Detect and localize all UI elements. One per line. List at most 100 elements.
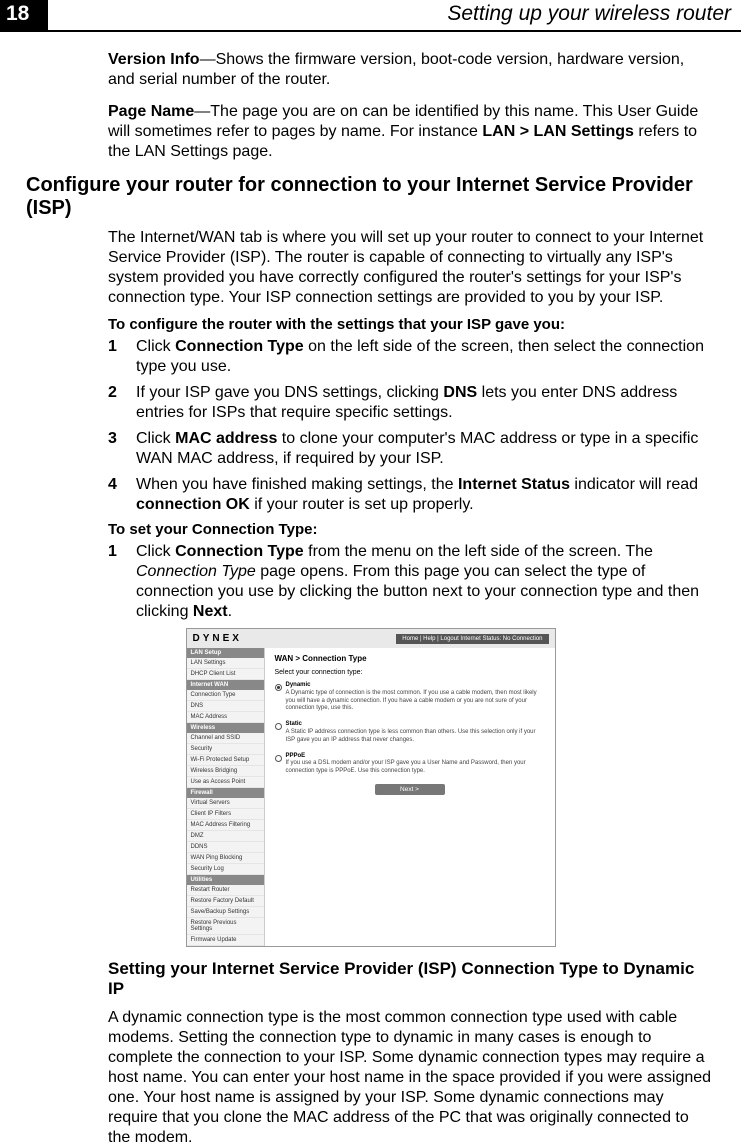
brand-logo: DYNEX [193, 633, 242, 644]
ui-header: DYNEX Home | Help | Logout Internet Stat… [187, 629, 555, 648]
text: . [228, 603, 232, 620]
page-name-label: Page Name [108, 103, 194, 120]
ui-main: WAN > Connection Type Select your connec… [265, 648, 555, 946]
ui-top-links: Home | Help | Logout Internet Status: No… [396, 634, 548, 644]
intro-paragraph: The Internet/WAN tab is where you will s… [108, 228, 715, 308]
menu-item: DHCP Client List [187, 669, 264, 680]
option-title: Static [286, 721, 545, 729]
step-number: 3 [108, 429, 136, 469]
option-dynamic: Dynamic A Dynamic type of connection is … [275, 682, 545, 713]
option-body: Dynamic A Dynamic type of connection is … [286, 682, 545, 713]
step-body: When you have finished making settings, … [136, 475, 715, 515]
page-content: Version Info—Shows the firmware version,… [0, 30, 741, 1148]
menu-item: Client IP Filters [187, 809, 264, 820]
text: indicator will read [570, 476, 698, 493]
menu-item: Connection Type [187, 690, 264, 701]
menu-item: Security [187, 744, 264, 755]
radio-icon [275, 755, 282, 762]
step-body: Click MAC address to clone your computer… [136, 429, 715, 469]
section-heading: Configure your router for connection to … [26, 174, 715, 220]
step-number: 2 [108, 383, 136, 423]
top-links-text: Home | Help | Logout Internet Status: [402, 636, 501, 642]
text: When you have finished making settings, … [136, 476, 458, 493]
step-1: 1 Click Connection Type from the menu on… [108, 542, 715, 622]
option-desc: A Dynamic type of connection is the most… [286, 690, 537, 712]
page-header: 18 Setting up your wireless router [0, 0, 741, 30]
text: Click [136, 338, 175, 355]
step-body: Click Connection Type from the menu on t… [136, 542, 715, 622]
radio-icon [275, 723, 282, 730]
menu-category: Utilities [187, 875, 264, 885]
step-1: 1 Click Connection Type on the left side… [108, 337, 715, 377]
menu-item: DDNS [187, 842, 264, 853]
ui-body: LAN Setup LAN Settings DHCP Client List … [187, 648, 555, 946]
menu-item: Use as Access Point [187, 777, 264, 788]
menu-item: WAN Ping Blocking [187, 853, 264, 864]
menu-item: Wi-Fi Protected Setup [187, 755, 264, 766]
step-4: 4 When you have finished making settings… [108, 475, 715, 515]
menu-item: Wireless Bridging [187, 766, 264, 777]
radio-icon [275, 684, 282, 691]
menu-item: DMZ [187, 831, 264, 842]
internet-status: No Connection [503, 636, 543, 642]
sub-heading: Setting your Internet Service Provider (… [108, 959, 715, 1000]
option-body: Static A Static IP address connection ty… [286, 721, 545, 744]
ui-sidebar: LAN Setup LAN Settings DHCP Client List … [187, 648, 265, 946]
page-name-bold: LAN > LAN Settings [482, 123, 634, 140]
menu-item: MAC Address Filtering [187, 820, 264, 831]
option-body: PPPoE If you use a DSL modem and/or your… [286, 753, 545, 776]
page-number: 18 [0, 0, 48, 30]
option-desc: If you use a DSL modem and/or your ISP g… [286, 760, 526, 774]
menu-category: LAN Setup [187, 648, 264, 658]
version-info-paragraph: Version Info—Shows the firmware version,… [108, 50, 715, 90]
intro-b: Internet/WAN [140, 229, 235, 246]
menu-item: Virtual Servers [187, 798, 264, 809]
bold-text: Next [193, 603, 228, 620]
step-3: 3 Click MAC address to clone your comput… [108, 429, 715, 469]
menu-item: Restore Factory Default [187, 896, 264, 907]
step-number: 1 [108, 542, 136, 622]
menu-item: Channel and SSID [187, 733, 264, 744]
menu-item: MAC Address [187, 712, 264, 723]
header-rule [0, 30, 741, 32]
menu-category: Firewall [187, 788, 264, 798]
closing-paragraph: A dynamic connection type is the most co… [108, 1008, 715, 1148]
bold-text: MAC address [175, 430, 277, 447]
text: if your router is set up properly. [250, 496, 474, 513]
step-body: If your ISP gave you DNS settings, click… [136, 383, 715, 423]
option-title: Dynamic [286, 682, 545, 690]
next-button: Next > [375, 784, 445, 795]
menu-item: Restart Router [187, 885, 264, 896]
version-info-label: Version Info [108, 51, 200, 68]
select-label: Select your connection type: [275, 669, 545, 676]
intro-a: The [108, 229, 140, 246]
bold-text: Connection Type [175, 338, 304, 355]
menu-item: Firmware Update [187, 935, 264, 946]
procedure-2-steps: 1 Click Connection Type from the menu on… [108, 542, 715, 622]
menu-item: Save/Backup Settings [187, 907, 264, 918]
text: from the menu on the left side of the sc… [304, 543, 653, 560]
menu-category: Wireless [187, 723, 264, 733]
option-static: Static A Static IP address connection ty… [275, 721, 545, 744]
procedure-1-heading: To configure the router with the setting… [108, 316, 715, 333]
router-ui-screenshot: DYNEX Home | Help | Logout Internet Stat… [186, 628, 556, 947]
menu-item: DNS [187, 701, 264, 712]
step-body: Click Connection Type on the left side o… [136, 337, 715, 377]
step-number: 1 [108, 337, 136, 377]
option-pppoe: PPPoE If you use a DSL modem and/or your… [275, 753, 545, 776]
bold-text: connection OK [136, 496, 250, 513]
option-desc: A Static IP address connection type is l… [286, 729, 536, 743]
text: Click [136, 543, 175, 560]
procedure-2-heading: To set your Connection Type: [108, 521, 715, 538]
step-2: 2 If your ISP gave you DNS settings, cli… [108, 383, 715, 423]
bold-text: Connection Type [175, 543, 304, 560]
procedure-1-steps: 1 Click Connection Type on the left side… [108, 337, 715, 515]
menu-item: Security Log [187, 864, 264, 875]
option-title: PPPoE [286, 753, 545, 761]
italic-text: Connection Type [136, 563, 256, 580]
ui-breadcrumb: WAN > Connection Type [275, 654, 545, 663]
menu-item: Restore Previous Settings [187, 918, 264, 935]
text: Click [136, 430, 175, 447]
step-number: 4 [108, 475, 136, 515]
bold-text: Internet Status [458, 476, 570, 493]
